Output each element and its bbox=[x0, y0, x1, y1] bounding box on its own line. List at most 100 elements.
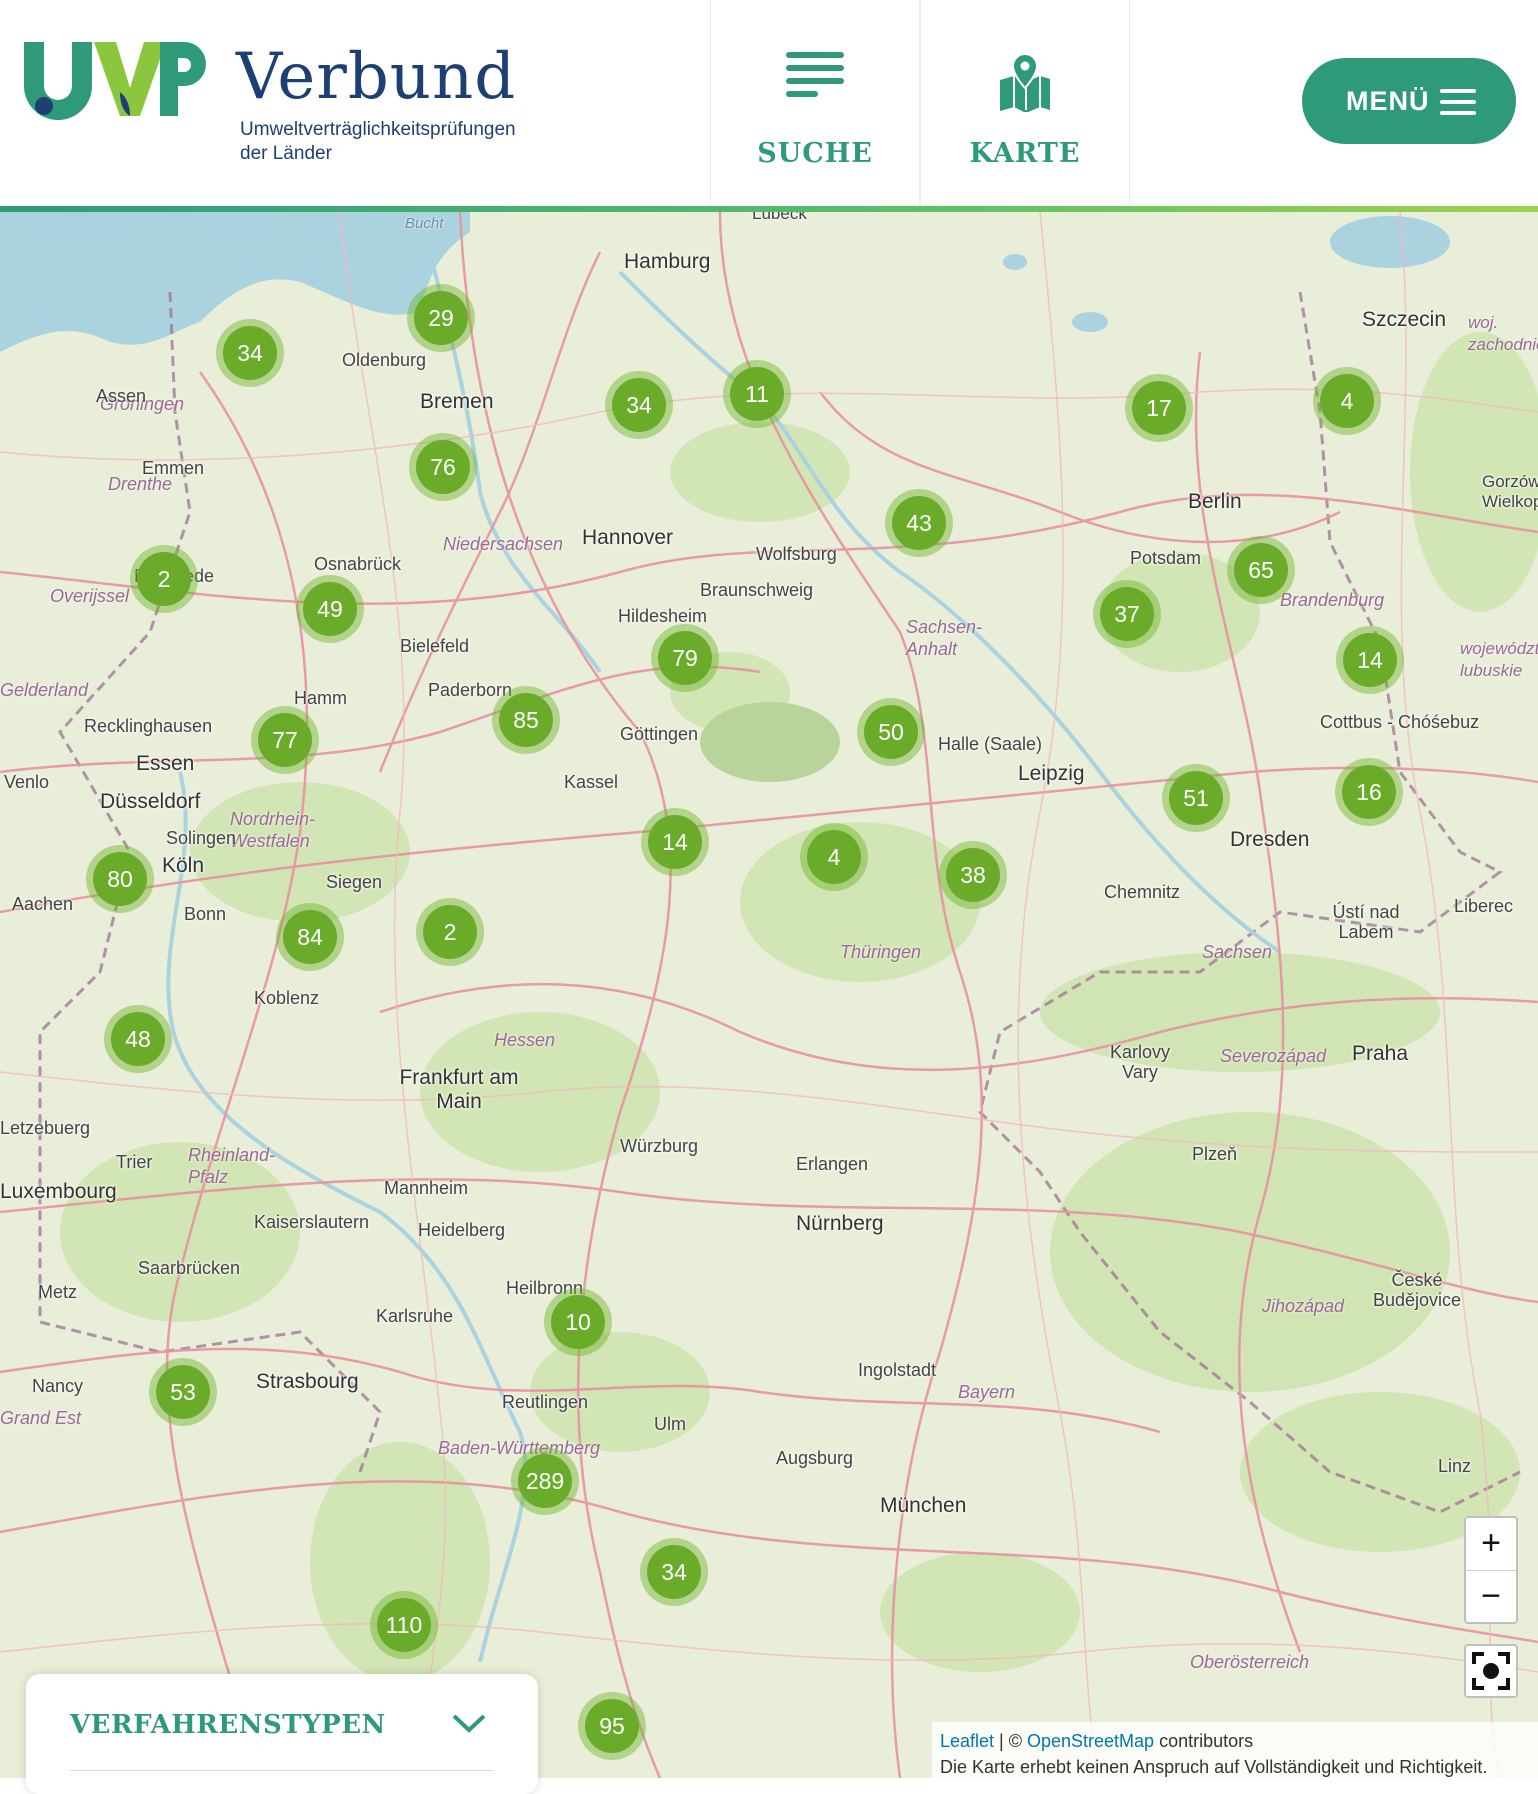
map-label: Brandenburg bbox=[1280, 590, 1385, 610]
map-cluster-marker[interactable]: 85 bbox=[492, 686, 560, 754]
map-cluster-marker[interactable]: 43 bbox=[885, 489, 953, 557]
map-label: Nancy bbox=[32, 1376, 84, 1396]
map-cluster-marker[interactable]: 65 bbox=[1227, 536, 1295, 604]
map-label: Ústí nad Labem bbox=[1332, 902, 1400, 942]
map-cluster-marker[interactable]: 110 bbox=[370, 1591, 438, 1659]
map-cluster-count: 34 bbox=[612, 378, 666, 432]
map-cluster-marker[interactable]: 38 bbox=[939, 841, 1007, 909]
map-cluster-marker[interactable]: 2 bbox=[416, 898, 484, 966]
map-cluster-marker[interactable]: 77 bbox=[251, 706, 319, 774]
map-label: Kassel bbox=[564, 772, 619, 792]
map-view[interactable]: Bucht Groningen Drenthe Niedersachsen Ov… bbox=[0, 212, 1538, 1778]
map-cluster-count: 50 bbox=[864, 705, 918, 759]
map-cluster-count: 65 bbox=[1234, 543, 1288, 597]
menu-button-label: MENÜ bbox=[1346, 86, 1430, 116]
map-label: Bielefeld bbox=[400, 636, 470, 656]
map-label: Liberec bbox=[1454, 896, 1514, 916]
map-label: Osnabrück bbox=[314, 554, 402, 574]
map-tiles bbox=[0, 212, 1538, 1778]
map-label: Braunschweig bbox=[700, 580, 814, 600]
map-cluster-marker[interactable]: 2 bbox=[130, 545, 198, 613]
map-cluster-marker[interactable]: 80 bbox=[86, 845, 154, 913]
map-cluster-count: 53 bbox=[156, 1365, 210, 1419]
fullscreen-button[interactable] bbox=[1464, 1644, 1518, 1698]
map-cluster-marker[interactable]: 4 bbox=[1313, 367, 1381, 435]
map-cluster-marker[interactable]: 34 bbox=[640, 1538, 708, 1606]
map-label: Berlin bbox=[1188, 490, 1242, 513]
map-cluster-count: 11 bbox=[730, 367, 784, 421]
osm-link[interactable]: OpenStreetMap bbox=[1027, 1731, 1154, 1751]
map-label: Luxembourg bbox=[0, 1180, 117, 1203]
map-label: Nordrhein-Westfalen bbox=[230, 809, 316, 851]
uvp-logo[interactable] bbox=[20, 38, 210, 122]
map-label: Karlsruhe bbox=[376, 1306, 454, 1326]
nav-map[interactable]: KARTE bbox=[920, 0, 1130, 206]
map-cluster-marker[interactable]: 29 bbox=[407, 284, 475, 352]
map-cluster-marker[interactable]: 34 bbox=[605, 371, 673, 439]
map-cluster-marker[interactable]: 14 bbox=[641, 808, 709, 876]
map-cluster-count: 2 bbox=[137, 552, 191, 606]
map-label: Erlangen bbox=[796, 1154, 869, 1174]
brand-subtitle-line1: Umweltverträglichkeitsprüfungen bbox=[240, 119, 516, 140]
map-cluster-marker[interactable]: 17 bbox=[1125, 374, 1193, 442]
map-label: Reutlingen bbox=[502, 1392, 589, 1412]
map-label: Göttingen bbox=[620, 724, 699, 744]
map-cluster-marker[interactable]: 79 bbox=[651, 624, 719, 692]
map-label: Praha bbox=[1352, 1042, 1409, 1065]
filter-panel-title[interactable]: VERFAHRENSTYPEN bbox=[70, 1710, 386, 1740]
nav-search[interactable]: SUCHE bbox=[710, 0, 920, 206]
map-label: Letzebuerg bbox=[0, 1118, 91, 1138]
map-label: Recklinghausen bbox=[84, 716, 213, 736]
zoom-out-button[interactable]: − bbox=[1466, 1570, 1516, 1623]
map-cluster-marker[interactable]: 37 bbox=[1093, 580, 1161, 648]
map-label: Karlovy Vary bbox=[1109, 1042, 1171, 1082]
map-cluster-marker[interactable]: 34 bbox=[216, 319, 284, 387]
map-cluster-count: 38 bbox=[946, 848, 1000, 902]
map-label: Augsburg bbox=[776, 1448, 854, 1468]
map-label: Ingolstadt bbox=[858, 1360, 937, 1380]
map-cluster-count: 37 bbox=[1100, 587, 1154, 641]
brand-title: Verbund bbox=[236, 40, 517, 114]
map-cluster-count: 14 bbox=[648, 815, 702, 869]
map-label: Würzburg bbox=[620, 1136, 699, 1156]
map-label: Gelderland bbox=[0, 680, 89, 700]
map-label: Hamm bbox=[294, 688, 347, 708]
map-cluster-count: 29 bbox=[414, 291, 468, 345]
map-label: České Budějovice bbox=[1372, 1270, 1462, 1310]
map-label: Bonn bbox=[184, 904, 227, 924]
map-cluster-marker[interactable]: 84 bbox=[276, 903, 344, 971]
map-cluster-marker[interactable]: 16 bbox=[1335, 758, 1403, 826]
map-cluster-marker[interactable]: 10 bbox=[544, 1288, 612, 1356]
menu-button[interactable]: MENÜ bbox=[1302, 58, 1516, 144]
map-cluster-count: 4 bbox=[807, 830, 861, 884]
map-cluster-marker[interactable]: 11 bbox=[723, 360, 791, 428]
map-label: Hessen bbox=[494, 1030, 556, 1050]
filter-panel: VERFAHRENSTYPEN bbox=[26, 1674, 538, 1794]
hamburger-icon bbox=[1440, 89, 1476, 122]
map-label: Essen bbox=[136, 752, 195, 775]
zoom-in-button[interactable]: + bbox=[1466, 1518, 1516, 1570]
map-cluster-marker[interactable]: 50 bbox=[857, 698, 925, 766]
map-cluster-count: 4 bbox=[1320, 374, 1374, 428]
map-cluster-marker[interactable]: 76 bbox=[409, 433, 477, 501]
map-label: Plzeň bbox=[1192, 1144, 1238, 1164]
chevron-down-icon[interactable] bbox=[450, 1710, 488, 1736]
map-pin-icon bbox=[1000, 52, 1050, 112]
map-label: Niedersachsen bbox=[443, 534, 564, 554]
map-cluster-marker[interactable]: 289 bbox=[511, 1447, 579, 1515]
map-cluster-marker[interactable]: 53 bbox=[149, 1358, 217, 1426]
map-cluster-marker[interactable]: 49 bbox=[296, 575, 364, 643]
leaflet-link[interactable]: Leaflet bbox=[940, 1731, 994, 1751]
map-cluster-marker[interactable]: 95 bbox=[578, 1692, 646, 1760]
map-cluster-marker[interactable]: 4 bbox=[800, 823, 868, 891]
map-label: Oberösterreich bbox=[1190, 1652, 1310, 1672]
map-label: Hamburg bbox=[624, 250, 711, 273]
map-cluster-marker[interactable]: 48 bbox=[104, 1005, 172, 1073]
map-cluster-marker[interactable]: 14 bbox=[1336, 626, 1404, 694]
map-label: woj. zachodniopomorskie bbox=[1468, 313, 1538, 354]
map-label: Linz bbox=[1438, 1456, 1472, 1476]
map-label: Solingen bbox=[166, 828, 237, 848]
map-cluster-marker[interactable]: 51 bbox=[1162, 764, 1230, 832]
map-label: Oldenburg bbox=[342, 350, 427, 370]
map-cluster-count: 49 bbox=[303, 582, 357, 636]
